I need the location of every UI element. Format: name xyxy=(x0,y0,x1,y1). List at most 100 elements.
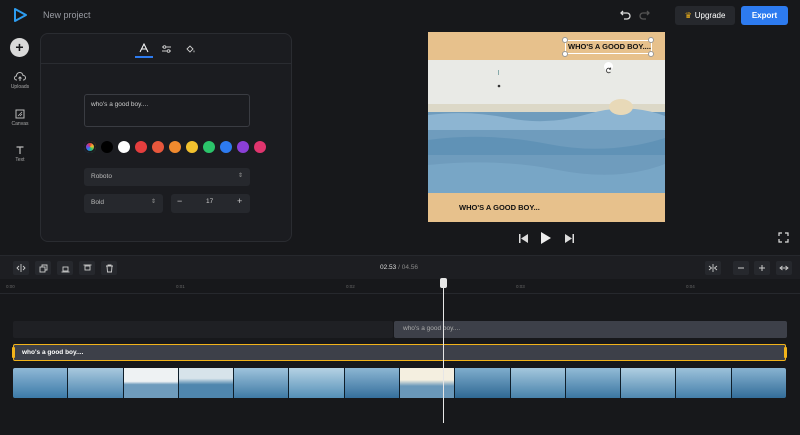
video-thumbnail xyxy=(455,368,511,398)
tab-fill[interactable] xyxy=(181,40,199,58)
align-bottom-button[interactable] xyxy=(57,261,73,275)
current-time: 02.53 xyxy=(380,264,397,271)
add-media-button[interactable]: + xyxy=(10,38,29,57)
swatch-green[interactable] xyxy=(203,141,215,153)
font-size-stepper: − 17 + xyxy=(171,194,250,213)
sidebar-item-uploads[interactable]: Uploads xyxy=(0,72,40,90)
swatch-blue[interactable] xyxy=(220,141,232,153)
font-family-select[interactable]: Roboto ⇕ xyxy=(84,168,250,186)
tick-label: 0:00 xyxy=(6,284,15,289)
align-top-button[interactable] xyxy=(79,261,95,275)
editor-app: New project ♛ Upgrade Export + Uploads Ca… xyxy=(0,0,800,435)
video-thumbnail xyxy=(399,368,456,398)
video-thumbnail xyxy=(731,368,786,398)
video-thumbnail xyxy=(13,368,69,398)
text-tab-icon xyxy=(139,43,149,53)
canvas-preview[interactable]: WHO'S A GOOD BOY.... WHO'S A GOOD BOY... xyxy=(428,32,665,222)
video-thumbnail xyxy=(178,368,235,398)
video-thumbnail xyxy=(234,368,290,398)
increase-size-button[interactable]: + xyxy=(237,196,242,206)
empty-track-area xyxy=(13,321,393,338)
sidebar-item-label: Uploads xyxy=(10,84,30,90)
project-title[interactable]: New project xyxy=(43,10,91,20)
split-icon xyxy=(16,264,26,272)
video-thumbnail xyxy=(289,368,345,398)
swatch-purple[interactable] xyxy=(237,141,249,153)
timeline-ruler[interactable]: 0:00 0:01 0:02 0:03 0:04 xyxy=(0,280,800,294)
color-picker-icon[interactable] xyxy=(84,141,96,153)
skip-forward-icon[interactable] xyxy=(564,233,575,244)
tab-text[interactable] xyxy=(135,40,153,58)
expand-timeline-button[interactable] xyxy=(776,261,792,275)
resize-handle-tl[interactable] xyxy=(562,37,568,43)
swatch-pink[interactable] xyxy=(254,141,266,153)
expand-icon xyxy=(779,265,789,271)
swatch-orange[interactable] xyxy=(169,141,181,153)
swatch-yellow[interactable] xyxy=(186,141,198,153)
delete-button[interactable] xyxy=(101,261,117,275)
playhead-handle[interactable] xyxy=(440,278,447,288)
video-thumbnail xyxy=(344,368,400,398)
tick-label: 0:03 xyxy=(516,284,525,289)
playhead-line xyxy=(443,280,444,423)
font-weight-select[interactable]: Bold ⇕ xyxy=(84,194,163,213)
trash-icon xyxy=(105,264,113,272)
app-logo-icon[interactable] xyxy=(12,7,28,23)
crown-icon: ♛ xyxy=(684,11,692,20)
timeline-toolbar: 02.53 / 04.56 xyxy=(0,255,800,279)
video-thumbnail xyxy=(123,368,179,398)
video-thumbnail xyxy=(68,368,124,398)
chevron-updown-icon: ⇕ xyxy=(150,199,156,205)
bottom-caption-text[interactable]: WHO'S A GOOD BOY... xyxy=(459,203,540,212)
rotate-handle-icon[interactable] xyxy=(604,62,613,74)
duplicate-icon xyxy=(39,264,47,272)
swatch-black[interactable] xyxy=(101,141,113,153)
video-thumbnail xyxy=(676,368,732,398)
sidebar-item-text[interactable]: Text xyxy=(0,145,40,163)
tick-label: 0:04 xyxy=(686,284,695,289)
sidebar-item-label: Text xyxy=(15,157,25,163)
font-size-value[interactable]: 17 xyxy=(206,198,213,205)
selection-box[interactable] xyxy=(565,40,652,54)
plus-icon xyxy=(759,265,765,271)
upgrade-button[interactable]: ♛ Upgrade xyxy=(675,6,735,25)
fullscreen-icon[interactable] xyxy=(778,232,789,243)
swatch-red-orange[interactable] xyxy=(152,141,164,153)
chevron-updown-icon: ⇕ xyxy=(237,173,243,179)
font-family-value: Roboto xyxy=(91,173,112,180)
text-properties-panel: who's a good boy.... Roboto ⇕ Bold ⇕ − 1… xyxy=(40,33,292,242)
text-clip-selected[interactable]: who's a good boy.... xyxy=(12,344,787,361)
video-clip[interactable] xyxy=(13,368,786,398)
align-bottom-icon xyxy=(61,266,69,272)
redo-icon[interactable] xyxy=(638,8,652,22)
split-button[interactable] xyxy=(13,261,29,275)
sidebar-item-label: Canvas xyxy=(11,121,29,127)
text-icon xyxy=(16,146,24,154)
sidebar-item-canvas[interactable]: Canvas xyxy=(0,109,40,127)
tick-label: 0:01 xyxy=(176,284,185,289)
top-bar: New project ♛ Upgrade Export xyxy=(0,0,800,30)
play-icon[interactable] xyxy=(540,231,552,245)
video-thumbnail xyxy=(510,368,566,398)
resize-handle-bl[interactable] xyxy=(562,51,568,57)
tab-settings[interactable] xyxy=(157,40,175,58)
resize-handle-tr[interactable] xyxy=(648,37,654,43)
duplicate-button[interactable] xyxy=(35,261,51,275)
fit-timeline-button[interactable] xyxy=(705,261,721,275)
decrease-size-button[interactable]: − xyxy=(177,196,182,206)
swatch-red[interactable] xyxy=(135,141,147,153)
zoom-out-button[interactable] xyxy=(733,261,749,275)
text-clip[interactable]: who's a good boy.... xyxy=(394,321,787,338)
export-button[interactable]: Export xyxy=(741,6,788,25)
swatch-white[interactable] xyxy=(118,141,130,153)
skip-back-icon[interactable] xyxy=(518,233,529,244)
time-readout: 02.53 / 04.56 xyxy=(380,264,418,271)
video-thumbnail xyxy=(621,368,677,398)
align-top-icon xyxy=(83,264,91,270)
resize-handle-br[interactable] xyxy=(648,51,654,57)
text-content-input[interactable]: who's a good boy.... xyxy=(84,94,250,127)
undo-icon[interactable] xyxy=(618,8,632,22)
zoom-in-button[interactable] xyxy=(754,261,770,275)
canvas-icon xyxy=(15,109,25,119)
minus-icon xyxy=(738,267,744,269)
